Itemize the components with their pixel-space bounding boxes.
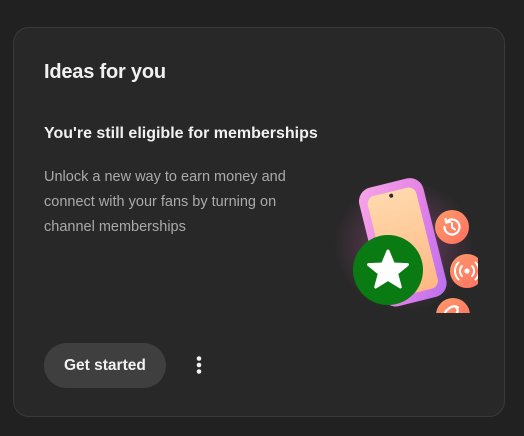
vertical-ellipsis-icon — [196, 356, 202, 374]
idea-heading: You're still eligible for memberships — [44, 125, 318, 142]
idea-description: Unlock a new way to earn money and conne… — [44, 169, 286, 235]
history-icon — [435, 210, 469, 244]
ideas-card: Ideas for you You're still eligible for … — [13, 27, 505, 417]
more-options-button[interactable] — [184, 350, 214, 380]
get-started-button[interactable]: Get started — [44, 343, 166, 388]
membership-star-icon — [353, 235, 423, 305]
memberships-illustration — [334, 178, 478, 313]
card-title: Ideas for you — [44, 61, 166, 83]
